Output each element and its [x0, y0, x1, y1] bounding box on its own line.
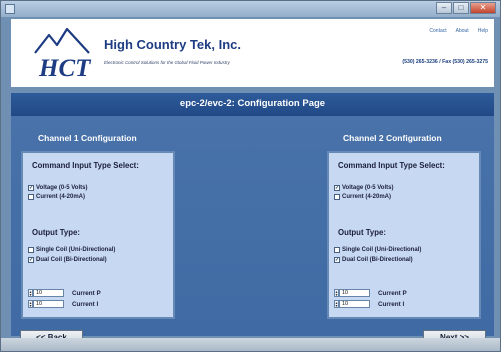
- ch2-single-coil-checkbox[interactable]: [334, 247, 340, 253]
- ch2-current-option[interactable]: Current (4-20mA): [334, 194, 391, 200]
- about-link[interactable]: About: [456, 28, 469, 34]
- ch2-current-i-label: Current I: [378, 300, 405, 308]
- channel-2-heading: Channel 2 Configuration: [343, 133, 442, 143]
- page-title: epc-2/evc-2: Configuration Page: [179, 98, 326, 109]
- ch1-current-p-field: ▴ ▾ 10 Current P: [28, 289, 101, 297]
- title-bar: epc-2/evc-2: Configuration Page: [11, 93, 494, 116]
- ch1-current-checkbox[interactable]: [28, 194, 34, 200]
- ch2-dual-coil-option[interactable]: ✓ Dual Coil (Bi-Directional): [334, 257, 413, 263]
- ch1-single-coil-checkbox[interactable]: [28, 247, 34, 253]
- channel-2-panel: Command Input Type Select: ✓ Voltage (0-…: [327, 151, 481, 319]
- ch1-voltage-checkbox[interactable]: ✓: [28, 185, 34, 191]
- svg-text:HCT: HCT: [38, 55, 92, 81]
- page-header: HCT High Country Tek, Inc. Electronic Co…: [11, 19, 494, 87]
- header-links: Contact About Help: [429, 28, 488, 34]
- ch1-current-label: Current (4-20mA): [36, 194, 86, 200]
- ch2-current-checkbox[interactable]: [334, 194, 340, 200]
- ch1-single-coil-option[interactable]: Single Coil (Uni-Directional): [28, 247, 115, 253]
- contact-link[interactable]: Contact: [429, 28, 446, 34]
- ch1-dual-coil-option[interactable]: ✓ Dual Coil (Bi-Directional): [28, 257, 107, 263]
- channel-1-heading: Channel 1 Configuration: [38, 133, 137, 143]
- ch1-current-p-input[interactable]: 10: [33, 289, 64, 297]
- status-bar: [1, 338, 500, 351]
- phone-fax: (530) 265-3236 / Fax (530) 265-3275: [402, 59, 488, 65]
- ch2-current-i-field: ▴ ▾ 10 Current I: [334, 300, 404, 308]
- company-tagline: Electronic Control Solutions for the Glo…: [104, 60, 230, 65]
- company-name: High Country Tek, Inc.: [104, 37, 241, 52]
- output-type-title: Output Type:: [32, 228, 80, 237]
- ch1-single-coil-label: Single Coil (Uni-Directional): [36, 247, 116, 253]
- ch1-dual-coil-checkbox[interactable]: ✓: [28, 257, 34, 263]
- ch2-voltage-option[interactable]: ✓ Voltage (0-5 Volts): [334, 185, 393, 191]
- window-controls: – □ ✕: [436, 2, 496, 14]
- app-icon: [5, 4, 15, 14]
- ch1-voltage-option[interactable]: ✓ Voltage (0-5 Volts): [28, 185, 87, 191]
- hct-logo: HCT: [34, 27, 92, 81]
- ch1-dual-coil-label: Dual Coil (Bi-Directional): [36, 257, 107, 263]
- ch1-current-i-field: ▴ ▾ 10 Current I: [28, 300, 98, 308]
- ch2-single-coil-label: Single Coil (Uni-Directional): [342, 247, 422, 253]
- command-input-title: Command Input Type Select:: [32, 161, 139, 170]
- ch2-dual-coil-label: Dual Coil (Bi-Directional): [342, 257, 413, 263]
- output-type-title: Output Type:: [338, 228, 386, 237]
- command-input-title: Command Input Type Select:: [338, 161, 445, 170]
- configuration-area: Channel 1 Configuration Command Input Ty…: [11, 116, 494, 346]
- channel-1-panel: Command Input Type Select: ✓ Voltage (0-…: [21, 151, 175, 319]
- ch2-dual-coil-checkbox[interactable]: ✓: [334, 257, 340, 263]
- minimize-icon[interactable]: –: [436, 2, 452, 14]
- close-icon[interactable]: ✕: [470, 2, 496, 14]
- browser-window: – □ ✕ HCT High Country Tek, Inc. Electro…: [0, 0, 501, 352]
- ch1-current-i-label: Current I: [72, 300, 99, 308]
- ch1-current-i-input[interactable]: 10: [33, 300, 64, 308]
- window-titlebar[interactable]: – □ ✕: [1, 1, 500, 17]
- ch2-current-label: Current (4-20mA): [342, 194, 392, 200]
- ch2-voltage-label: Voltage (0-5 Volts): [342, 185, 394, 191]
- ch1-current-p-label: Current P: [72, 289, 101, 297]
- ch1-voltage-label: Voltage (0-5 Volts): [36, 185, 88, 191]
- maximize-icon[interactable]: □: [453, 2, 469, 14]
- help-link[interactable]: Help: [478, 28, 488, 34]
- ch2-current-p-label: Current P: [378, 289, 407, 297]
- ch1-current-option[interactable]: Current (4-20mA): [28, 194, 85, 200]
- ch2-current-p-field: ▴ ▾ 10 Current P: [334, 289, 407, 297]
- ch2-current-i-input[interactable]: 10: [339, 300, 370, 308]
- ch2-current-p-input[interactable]: 10: [339, 289, 370, 297]
- ch2-single-coil-option[interactable]: Single Coil (Uni-Directional): [334, 247, 421, 253]
- ch2-voltage-checkbox[interactable]: ✓: [334, 185, 340, 191]
